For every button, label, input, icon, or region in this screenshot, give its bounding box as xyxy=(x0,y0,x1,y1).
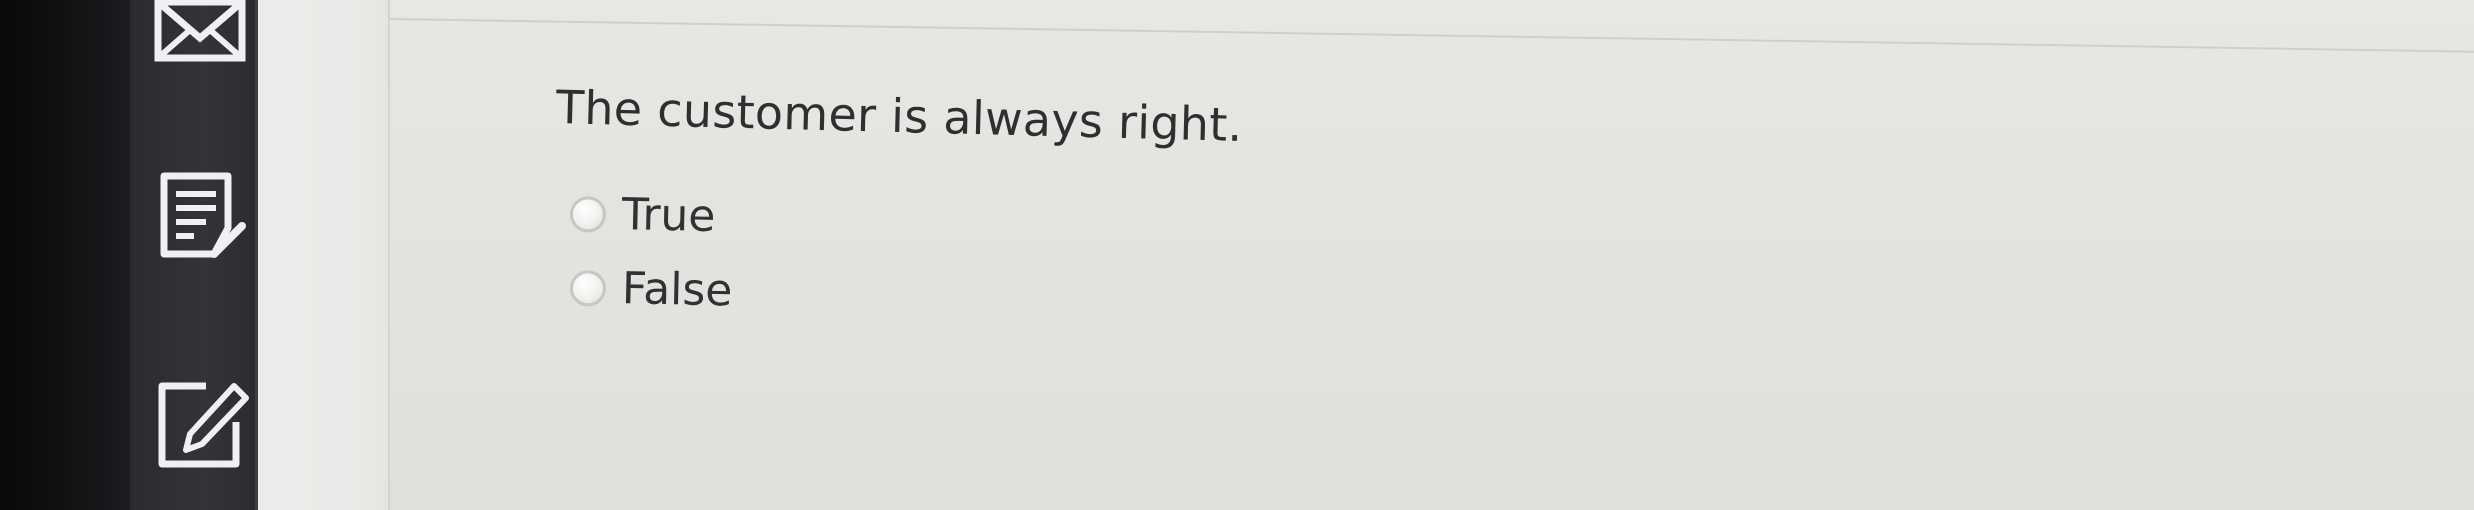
option-label-true: True xyxy=(621,189,716,243)
mail-icon xyxy=(154,0,246,62)
screen: The customer is always right. True False xyxy=(0,0,2474,510)
notes-icon xyxy=(160,172,246,258)
left-rail xyxy=(0,0,130,510)
panel-gutter xyxy=(258,0,390,510)
edit-icon xyxy=(158,382,249,468)
radio-button-true[interactable] xyxy=(569,195,607,233)
question-text: The customer is always right. xyxy=(555,80,1244,152)
notes-button[interactable] xyxy=(150,168,250,268)
divider xyxy=(389,0,2474,53)
question-panel: The customer is always right. True False xyxy=(258,0,2474,510)
answer-option-false[interactable]: False xyxy=(569,262,733,317)
answer-option-true[interactable]: True xyxy=(569,188,716,242)
compose-button[interactable] xyxy=(150,372,250,472)
mail-button[interactable] xyxy=(150,0,250,72)
radio-button-false[interactable] xyxy=(569,269,607,307)
option-label-false: False xyxy=(621,263,733,317)
